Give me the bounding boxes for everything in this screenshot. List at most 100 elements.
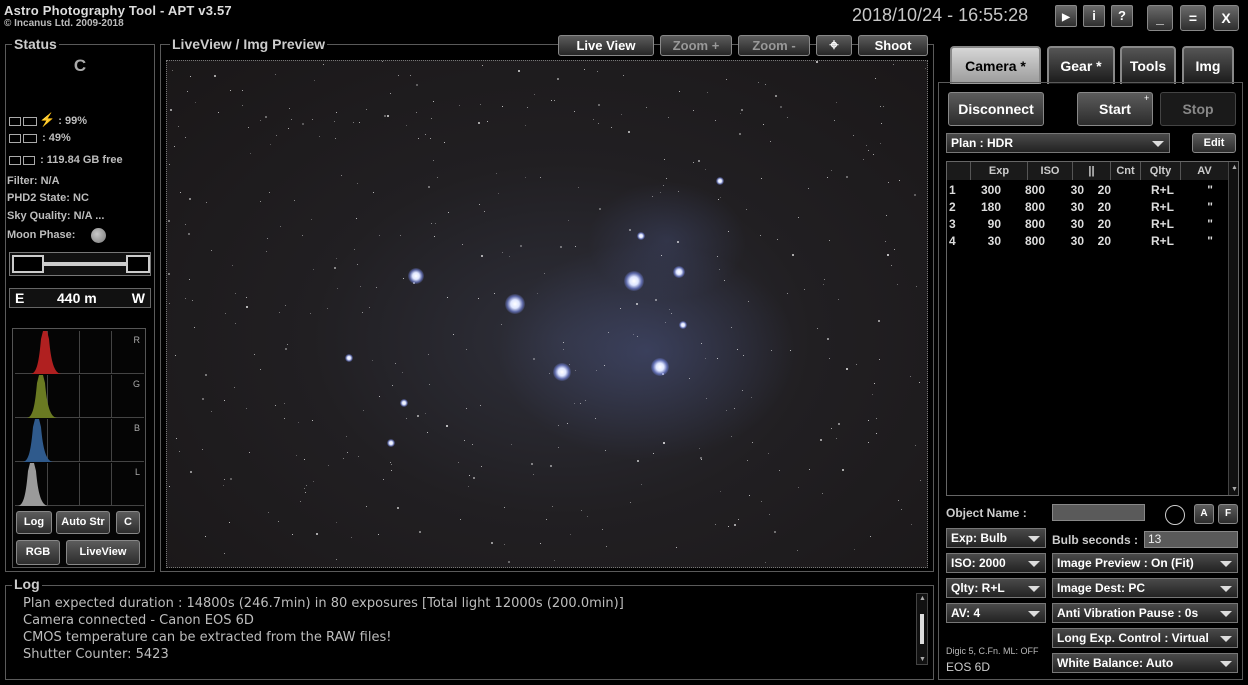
star (875, 78, 876, 79)
star (894, 249, 895, 250)
star (504, 544, 505, 545)
star (508, 561, 510, 563)
live-view-button[interactable]: Live View (558, 35, 654, 56)
tab-gear[interactable]: Gear * (1047, 46, 1115, 84)
table-row[interactable]: 2 180 800 30 20 R+L " (947, 200, 1217, 217)
help-button[interactable]: ? (1111, 5, 1133, 27)
star (637, 336, 638, 337)
star (706, 398, 707, 399)
image-dest-select-value: Image Dest: PC (1057, 581, 1146, 595)
stop-button[interactable]: Stop (1160, 92, 1236, 126)
star (534, 94, 535, 95)
star (879, 359, 880, 360)
table-row[interactable]: 4 30 800 30 20 R+L " (947, 234, 1217, 251)
shoot-button[interactable]: Shoot (858, 35, 928, 56)
star (823, 284, 824, 285)
auto-stretch-button[interactable]: Auto Str (56, 511, 110, 534)
star (249, 452, 250, 453)
bulb-seconds-input[interactable]: 13 (1144, 531, 1238, 548)
star (787, 293, 788, 294)
plan-table-scrollbar[interactable]: ▲ ▼ (1228, 162, 1238, 495)
star (265, 116, 267, 118)
star (637, 460, 639, 462)
chevron-down-icon (1028, 611, 1040, 617)
info-button[interactable]: i (1083, 5, 1105, 27)
liveview-small-button[interactable]: LiveView (66, 540, 140, 565)
star (466, 408, 467, 409)
histogram-g: G (15, 375, 144, 418)
focus-slider[interactable] (9, 252, 151, 276)
star (437, 177, 438, 178)
star (302, 123, 304, 125)
zoom-in-button[interactable]: Zoom + (660, 35, 732, 56)
maximize-button[interactable]: = (1180, 5, 1206, 31)
plan-select[interactable]: Plan : HDR (946, 133, 1170, 153)
crosshair-button[interactable]: ⌖ (816, 35, 852, 56)
quality-select[interactable]: Qlty: R+L (946, 578, 1046, 598)
star (425, 413, 426, 414)
plan-table[interactable]: Exp ISO || Cnt Qlty AV 1 300 800 30 20 R+L " 2 1… (946, 161, 1239, 496)
star (740, 113, 741, 114)
star (400, 235, 401, 236)
star (671, 313, 672, 314)
histogram-mode-button[interactable]: C (116, 511, 140, 534)
bright-star (673, 266, 685, 278)
star (578, 187, 579, 188)
disconnect-button[interactable]: Disconnect (948, 92, 1044, 126)
image-dest-select[interactable]: Image Dest: PC (1052, 578, 1238, 598)
star (323, 64, 324, 65)
exposure-select[interactable]: Exp: Bulb (946, 528, 1046, 548)
quality-select-value: Qlty: R+L (951, 581, 1005, 595)
star (202, 398, 204, 400)
scroll-thumb[interactable] (920, 614, 924, 644)
star (693, 162, 694, 163)
star (313, 481, 314, 482)
rgb-button[interactable]: RGB (16, 540, 60, 565)
star (731, 436, 732, 437)
star (206, 202, 207, 203)
star (804, 289, 805, 290)
start-button[interactable]: Start (1077, 92, 1153, 126)
av-select[interactable]: AV: 4 (946, 603, 1046, 623)
image-preview-select[interactable]: Image Preview : On (Fit) (1052, 553, 1238, 573)
star (242, 105, 243, 106)
star (425, 134, 426, 135)
play-button[interactable]: ▶ (1055, 5, 1077, 27)
log-scrollbar[interactable]: ▲ ▼ (916, 593, 928, 665)
star (925, 68, 926, 69)
object-a-button[interactable]: A (1194, 504, 1214, 524)
star (520, 245, 522, 247)
star (820, 439, 822, 441)
log-button[interactable]: Log (16, 511, 52, 534)
chevron-down-icon (1220, 636, 1232, 642)
star (211, 411, 212, 412)
plan-edit-button[interactable]: Edit (1192, 133, 1236, 153)
object-search-icon[interactable] (1165, 505, 1185, 525)
table-cell-cnt: 20 (1097, 234, 1111, 248)
object-name-input[interactable] (1052, 504, 1145, 521)
star (464, 440, 465, 441)
close-button[interactable]: X (1213, 5, 1239, 31)
tab-tools[interactable]: Tools (1120, 46, 1176, 84)
zoom-out-button[interactable]: Zoom - (738, 35, 810, 56)
star (719, 269, 720, 270)
table-row[interactable]: 3 90 800 30 20 R+L " (947, 217, 1217, 234)
white-balance-select[interactable]: White Balance: Auto (1052, 653, 1238, 673)
star (761, 501, 762, 502)
object-f-button[interactable]: F (1218, 504, 1238, 524)
star (502, 106, 503, 107)
tab-camera[interactable]: Camera * (950, 46, 1041, 84)
image-preview[interactable] (166, 60, 928, 568)
anti-vibration-select[interactable]: Anti Vibration Pause : 0s (1052, 603, 1238, 623)
minimize-button[interactable]: _ (1147, 5, 1173, 31)
star (509, 256, 510, 257)
long-exposure-select[interactable]: Long Exp. Control : Virtual (1052, 628, 1238, 648)
table-row[interactable]: 1 300 800 30 20 R+L " (947, 183, 1217, 200)
focus-distance-value: 440 m (57, 290, 97, 306)
star (763, 124, 764, 125)
table-cell-cnt: 20 (1097, 200, 1111, 214)
moon-phase-icon (91, 228, 106, 243)
iso-select[interactable]: ISO: 2000 (946, 553, 1046, 573)
star (304, 488, 305, 489)
tab-img[interactable]: Img (1182, 46, 1234, 84)
